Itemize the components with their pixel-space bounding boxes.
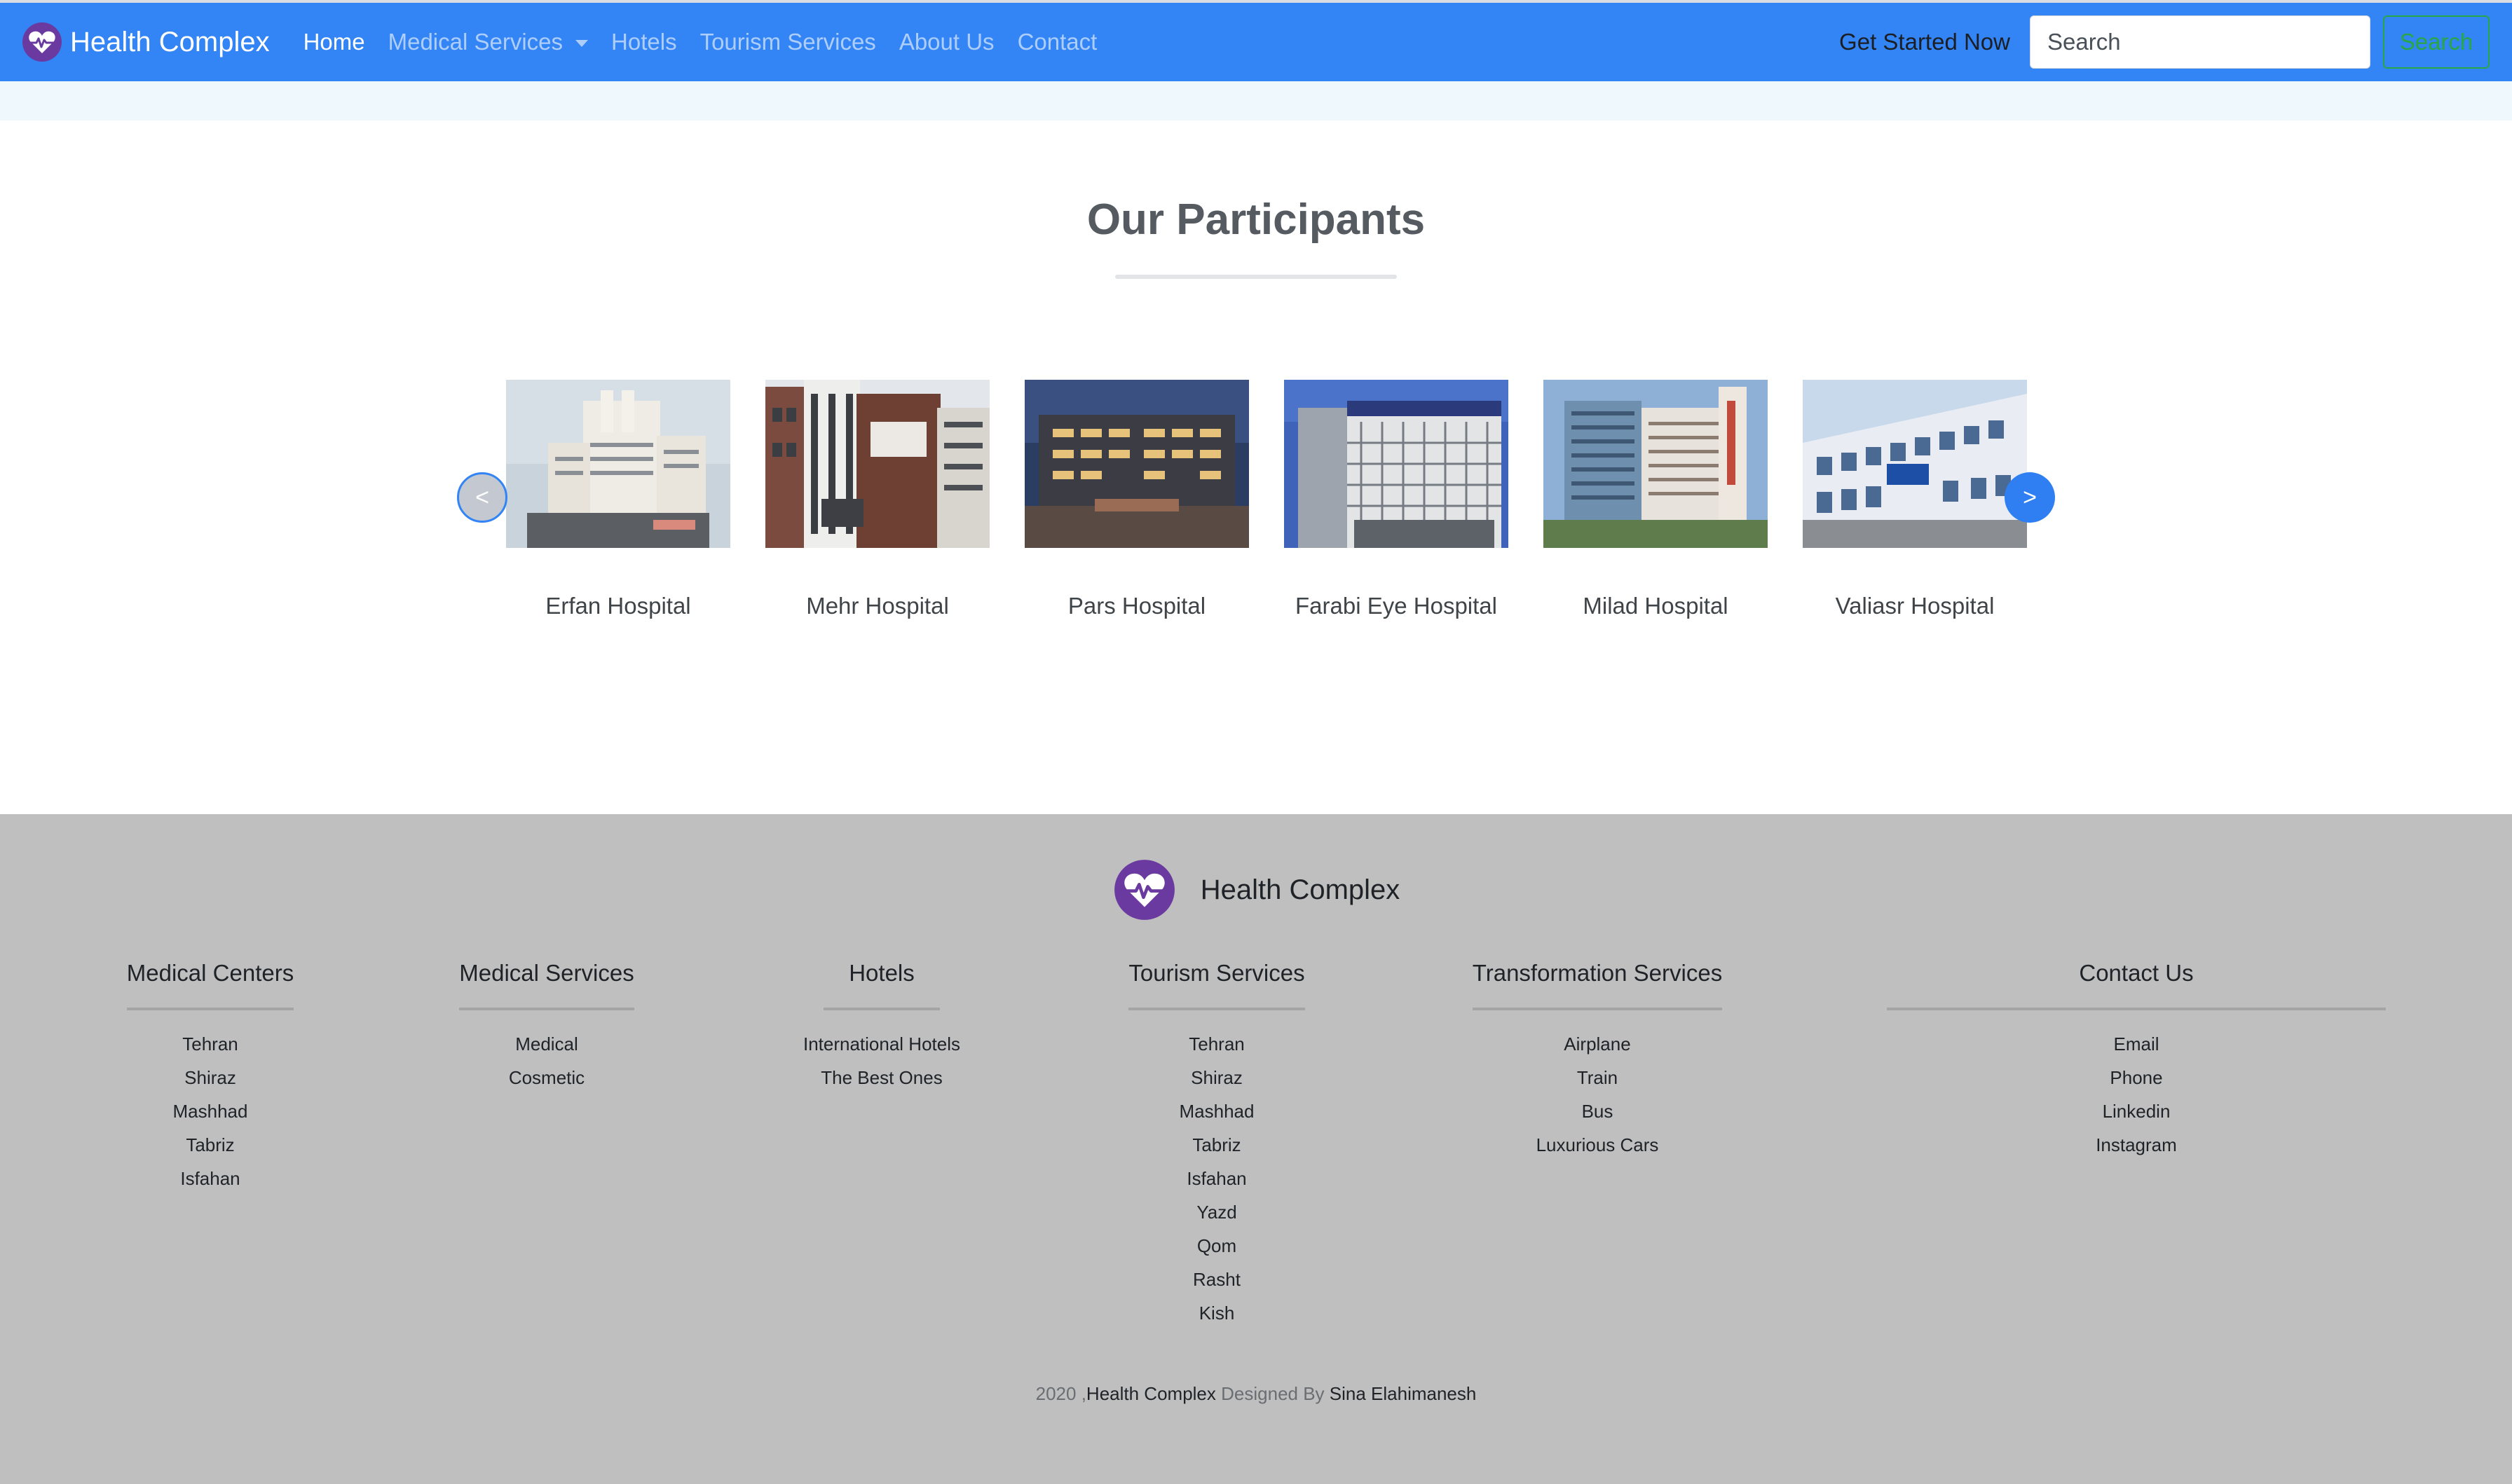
footer-link-list: Email Phone Linkedin Instagram	[1887, 1027, 2386, 1162]
chevron-down-icon	[575, 40, 589, 47]
footer-column-contact-us: Contact Us Email Phone Linkedin Instagra…	[1887, 960, 2386, 1162]
brand-name: Health Complex	[70, 26, 270, 57]
hospital-image	[1284, 380, 1508, 548]
title-divider	[1115, 275, 1397, 279]
footer-brand[interactable]: Health Complex	[0, 858, 2512, 922]
footer-link[interactable]: Phone	[1887, 1061, 2386, 1094]
search-input[interactable]	[2030, 15, 2370, 69]
footer-link-list: Airplane Train Bus Luxurious Cars	[1470, 1027, 1725, 1162]
footer-column-title: Medical Services	[459, 960, 634, 1010]
footer-column-title: Transformation Services	[1472, 960, 1723, 1010]
footer-link[interactable]: Cosmetic	[458, 1061, 635, 1094]
footer-link[interactable]: Shiraz	[125, 1061, 295, 1094]
footer-link[interactable]: Medical	[458, 1027, 635, 1061]
footer-link[interactable]: Yazd	[1128, 1195, 1306, 1229]
footer-link[interactable]: Bus	[1470, 1094, 1725, 1128]
hospital-name: Milad Hospital	[1583, 593, 1728, 619]
nav-about-us-link[interactable]: About Us	[899, 29, 995, 55]
nav-links: Home Medical Services Hotels Tourism Ser…	[303, 29, 1121, 55]
copyright-year: 2020 ,	[1035, 1383, 1086, 1404]
hospital-image	[765, 380, 990, 548]
section-title: Our Participants	[1086, 195, 1426, 244]
hospital-card[interactable]: Mehr Hospital	[765, 380, 990, 619]
nav-tourism-services-link[interactable]: Tourism Services	[700, 29, 876, 55]
nav-contact-link[interactable]: Contact	[1018, 29, 1098, 55]
footer-link[interactable]: Tehran	[125, 1027, 295, 1061]
hospital-image	[1803, 380, 2027, 548]
carousel-prev-button[interactable]: <	[457, 472, 507, 523]
footer-link[interactable]: Email	[1887, 1027, 2386, 1061]
footer-link-list: Tehran Shiraz Mashhad Tabriz Isfahan Yaz…	[1128, 1027, 1306, 1330]
footer-column-title: Hotels	[824, 960, 940, 1010]
heart-pulse-logo-icon	[22, 22, 62, 62]
hospital-card[interactable]: Erfan Hospital	[506, 380, 730, 619]
footer-link[interactable]: Train	[1470, 1061, 1725, 1094]
nav-home-link[interactable]: Home	[303, 29, 365, 55]
hospital-name: Pars Hospital	[1067, 593, 1206, 619]
top-navbar: Health Complex Home Medical Services Hot…	[0, 0, 2512, 81]
copyright-designed-by: Designed By	[1215, 1383, 1330, 1404]
footer-column-title: Contact Us	[1887, 960, 2386, 1010]
copyright-author-link[interactable]: Sina Elahimanesh	[1330, 1383, 1477, 1404]
footer-link[interactable]: International Hotels	[781, 1027, 982, 1061]
navbar-subband	[0, 81, 2512, 121]
footer-link[interactable]: Rasht	[1128, 1263, 1306, 1296]
footer-column-medical-services: Medical Services Medical Cosmetic	[458, 960, 635, 1094]
carousel-next-button[interactable]: >	[2005, 472, 2055, 523]
participants-carousel: Erfan Hospital Mehr Hospital Pars Hospit…	[506, 380, 2027, 632]
footer-link[interactable]: Mashhad	[125, 1094, 295, 1128]
hospital-name: Erfan Hospital	[545, 593, 691, 619]
get-started-link[interactable]: Get Started Now	[1839, 29, 2010, 55]
footer-link[interactable]: Isfahan	[125, 1162, 295, 1195]
copyright-brand-link[interactable]: Health Complex	[1086, 1383, 1216, 1404]
copyright: 2020 ,Health Complex Designed By Sina El…	[0, 1383, 2512, 1405]
footer-link-list: International Hotels The Best Ones	[781, 1027, 982, 1094]
footer-link[interactable]: The Best Ones	[781, 1061, 982, 1094]
footer-link[interactable]: Qom	[1128, 1229, 1306, 1263]
footer-column-title: Medical Centers	[126, 960, 294, 1010]
footer-column-hotels: Hotels International Hotels The Best One…	[781, 960, 982, 1094]
footer-link[interactable]: Linkedin	[1887, 1094, 2386, 1128]
nav-medical-services-label: Medical Services	[388, 29, 564, 55]
hospital-image	[506, 380, 730, 548]
footer-link[interactable]: Shiraz	[1128, 1061, 1306, 1094]
hospital-image	[1025, 380, 1249, 548]
nav-right: Get Started Now Search	[1839, 15, 2490, 69]
footer-column-title: Tourism Services	[1128, 960, 1305, 1010]
footer-link[interactable]: Isfahan	[1128, 1162, 1306, 1195]
footer-link[interactable]: Tehran	[1128, 1027, 1306, 1061]
footer-link[interactable]: Airplane	[1470, 1027, 1725, 1061]
footer-link[interactable]: Instagram	[1887, 1128, 2386, 1162]
footer-link[interactable]: Luxurious Cars	[1470, 1128, 1725, 1162]
footer-column-tourism-services: Tourism Services Tehran Shiraz Mashhad T…	[1128, 960, 1306, 1330]
hospital-name: Farabi Eye Hospital	[1295, 593, 1497, 619]
brand[interactable]: Health Complex	[21, 3, 270, 81]
footer-brand-name: Health Complex	[1200, 874, 1400, 905]
heart-pulse-logo-icon	[1114, 860, 1175, 920]
footer-column-transformation-services: Transformation Services Airplane Train B…	[1470, 960, 1725, 1162]
nav-hotels-link[interactable]: Hotels	[611, 29, 677, 55]
hospital-card[interactable]: Milad Hospital	[1543, 380, 1768, 619]
footer-link[interactable]: Mashhad	[1128, 1094, 1306, 1128]
footer-link[interactable]: Tabriz	[125, 1128, 295, 1162]
footer-column-medical-centers: Medical Centers Tehran Shiraz Mashhad Ta…	[125, 960, 295, 1195]
hospital-name: Mehr Hospital	[806, 593, 949, 619]
footer-link[interactable]: Kish	[1128, 1296, 1306, 1330]
hospital-name: Valiasr Hospital	[1835, 593, 1995, 619]
footer-link-list: Medical Cosmetic	[458, 1027, 635, 1094]
hospital-card[interactable]: Pars Hospital	[1025, 380, 1249, 619]
hospital-image	[1543, 380, 1768, 548]
footer-link[interactable]: Tabriz	[1128, 1128, 1306, 1162]
search-button[interactable]: Search	[2383, 15, 2490, 69]
nav-medical-services-dropdown[interactable]: Medical Services	[388, 29, 589, 55]
hospital-card[interactable]: Farabi Eye Hospital	[1284, 380, 1508, 619]
footer: Health Complex Medical Centers Tehran Sh…	[0, 814, 2512, 1484]
hospital-card[interactable]: Valiasr Hospital	[1803, 380, 2027, 619]
footer-link-list: Tehran Shiraz Mashhad Tabriz Isfahan	[125, 1027, 295, 1195]
